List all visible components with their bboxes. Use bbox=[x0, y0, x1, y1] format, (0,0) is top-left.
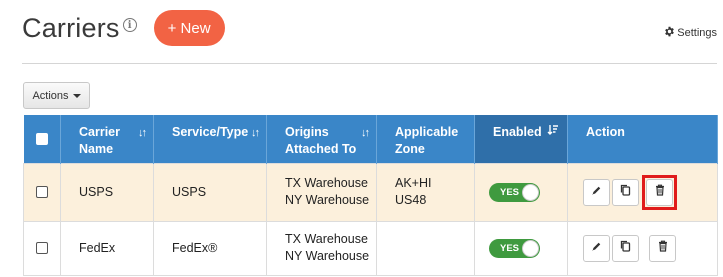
chevron-down-icon bbox=[72, 93, 81, 98]
zone-cell bbox=[376, 220, 475, 276]
enabled-toggle[interactable]: YES bbox=[489, 238, 540, 258]
enabled-toggle[interactable]: YES bbox=[489, 182, 540, 202]
copy-icon bbox=[620, 184, 631, 201]
toggle-knob bbox=[522, 183, 539, 201]
row-checkbox[interactable] bbox=[36, 186, 48, 199]
pencil-icon bbox=[591, 184, 602, 201]
carrier-name-cell: USPS bbox=[60, 162, 154, 222]
delete-button[interactable] bbox=[649, 234, 676, 262]
select-all-checkbox[interactable] bbox=[35, 132, 48, 145]
settings-link[interactable]: Settings bbox=[664, 26, 717, 40]
sort-icon[interactable]: ↓↑ bbox=[138, 125, 147, 142]
column-header-origins[interactable]: Origins Attached To ↓↑ bbox=[266, 115, 377, 163]
edit-button[interactable] bbox=[583, 178, 610, 206]
row-checkbox[interactable] bbox=[36, 242, 48, 255]
settings-label: Settings bbox=[677, 27, 717, 39]
trash-icon bbox=[655, 184, 665, 201]
carrier-name-cell: FedEx bbox=[60, 220, 154, 276]
origins-cell: TX Warehouse NY Warehouse bbox=[266, 162, 377, 222]
column-header-carrier[interactable]: Carrier Name ↓↑ bbox=[60, 115, 154, 163]
zone-cell: AK+HI US48 bbox=[376, 162, 475, 222]
table-row[interactable]: USPS USPS TX Warehouse NY Warehouse AK+H… bbox=[23, 162, 718, 222]
action-cell bbox=[567, 220, 718, 276]
action-cell bbox=[567, 162, 718, 222]
column-header-enabled[interactable]: Enabled bbox=[474, 115, 568, 163]
actions-label: Actions bbox=[32, 89, 69, 102]
select-all-header bbox=[23, 115, 61, 163]
edit-button[interactable] bbox=[583, 234, 610, 262]
column-header-zone: Applicable Zone bbox=[376, 115, 475, 163]
table-header-row: Carrier Name ↓↑ Service/Type ↓↑ Origins … bbox=[23, 115, 718, 163]
origins-cell: TX Warehouse NY Warehouse bbox=[266, 220, 377, 276]
enabled-cell: YES bbox=[474, 220, 568, 276]
row-select-cell bbox=[23, 162, 61, 222]
table-row[interactable]: FedEx FedEx® TX Warehouse NY Warehouse Y… bbox=[23, 220, 718, 276]
sort-icon[interactable]: ↓↑ bbox=[361, 125, 370, 142]
column-header-action: Action bbox=[567, 115, 718, 163]
info-icon[interactable]: i bbox=[122, 18, 137, 32]
delete-highlight-box bbox=[642, 174, 677, 210]
new-carrier-button[interactable]: + New bbox=[153, 10, 225, 46]
header-divider bbox=[22, 63, 717, 64]
gear-icon bbox=[664, 26, 675, 40]
page-header: Carriers i + New bbox=[22, 8, 225, 48]
duplicate-button[interactable] bbox=[612, 234, 639, 262]
enabled-cell: YES bbox=[474, 162, 568, 222]
sort-icon[interactable]: ↓↑ bbox=[251, 125, 260, 142]
service-cell: USPS bbox=[153, 162, 267, 222]
pencil-icon bbox=[591, 240, 602, 257]
delete-button[interactable] bbox=[646, 178, 673, 206]
actions-dropdown[interactable]: Actions bbox=[23, 82, 90, 109]
sort-active-icon[interactable] bbox=[547, 124, 559, 141]
carriers-table: Carrier Name ↓↑ Service/Type ↓↑ Origins … bbox=[23, 115, 718, 276]
toggle-knob bbox=[522, 239, 539, 257]
column-header-service[interactable]: Service/Type ↓↑ bbox=[153, 115, 267, 163]
service-cell: FedEx® bbox=[153, 220, 267, 276]
page-title: Carriers bbox=[22, 12, 120, 43]
copy-icon bbox=[620, 240, 631, 257]
trash-icon bbox=[658, 240, 668, 257]
row-select-cell bbox=[23, 220, 61, 276]
duplicate-button[interactable] bbox=[612, 178, 639, 206]
